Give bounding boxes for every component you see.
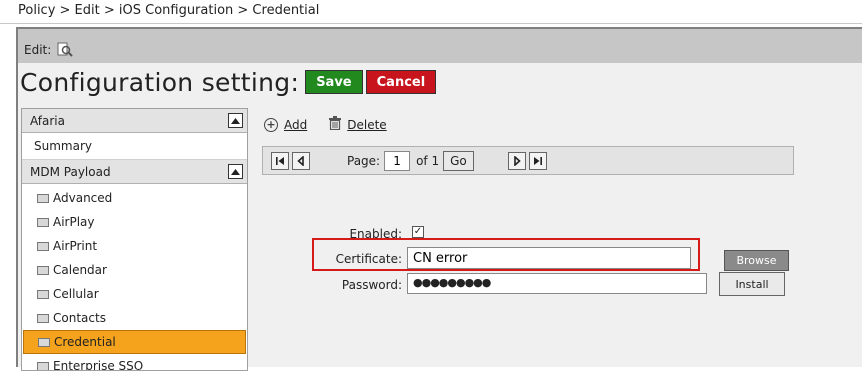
prev-page-button[interactable] — [292, 151, 310, 170]
sidebar-item-cellular[interactable]: Cellular — [23, 282, 246, 306]
last-page-icon — [533, 156, 542, 165]
folder-icon — [37, 289, 49, 299]
sidebar-item-label: Contacts — [53, 311, 106, 325]
page-title: Configuration setting: — [20, 67, 300, 97]
folder-icon — [37, 217, 49, 227]
go-button[interactable]: Go — [443, 150, 474, 171]
folder-icon — [37, 313, 49, 323]
cancel-button[interactable]: Cancel — [365, 70, 437, 94]
sidebar-group-afaria[interactable]: Afaria — [22, 109, 247, 133]
next-page-icon — [513, 155, 521, 166]
content-panel: + Add Delete Page: 1 of 1 Go Enabled: ✓ … — [262, 108, 862, 371]
folder-icon — [37, 193, 49, 203]
browse-button[interactable]: Browse — [724, 250, 789, 271]
first-page-icon — [276, 156, 284, 165]
sidebar-item-label: AirPlay — [53, 215, 95, 229]
folder-icon — [37, 241, 49, 251]
sidebar-item-contacts[interactable]: Contacts — [23, 306, 246, 330]
sidebar-item-summary[interactable]: Summary — [22, 133, 247, 160]
delete-link[interactable]: Delete — [347, 118, 386, 132]
title-row: Configuration setting: Save Cancel — [18, 65, 862, 99]
collapse-up-icon[interactable] — [228, 113, 243, 128]
prev-page-icon — [297, 155, 304, 166]
edit-bar: Edit: — [18, 29, 862, 63]
sidebar-item-airprint[interactable]: AirPrint — [23, 234, 246, 258]
certificate-input[interactable] — [407, 247, 691, 269]
page-number-input[interactable] — [384, 150, 411, 171]
sidebar-item-label: Summary — [34, 139, 92, 153]
edit-label: Edit: — [24, 43, 52, 57]
add-icon[interactable]: + — [264, 117, 278, 132]
sidebar-group-label: MDM Payload — [30, 164, 111, 179]
toolbar: + Add Delete — [264, 116, 387, 133]
add-link[interactable]: Add — [284, 118, 307, 132]
sidebar-item-label: Advanced — [53, 191, 113, 205]
sidebar-item-calendar[interactable]: Calendar — [23, 258, 246, 282]
certificate-label: Certificate: — [335, 252, 402, 266]
next-page-button[interactable] — [507, 151, 526, 170]
pager: Page: of 1 Go — [262, 146, 794, 175]
sidebar-item-airplay[interactable]: AirPlay — [23, 210, 246, 234]
magnifier-edit-icon[interactable] — [57, 41, 73, 60]
sidebar-list: Advanced AirPlay AirPrint Calendar Cellu… — [22, 184, 247, 371]
sidebar-item-label: AirPrint — [53, 239, 98, 253]
sidebar-group-mdm-payload[interactable]: MDM Payload — [22, 160, 247, 184]
sidebar-item-label: Enterprise SSO — [53, 359, 144, 371]
sidebar-item-label: Calendar — [53, 263, 107, 277]
first-page-button[interactable] — [271, 151, 289, 170]
enabled-checkbox[interactable]: ✓ — [412, 226, 424, 238]
breadcrumb: Policy > Edit > iOS Configuration > Cred… — [0, 0, 862, 24]
page-label: Page: — [347, 153, 381, 168]
sidebar-item-label: Credential — [54, 335, 116, 349]
sidebar-item-advanced[interactable]: Advanced — [23, 186, 246, 210]
password-field[interactable]: ●●●●●●●●● — [407, 273, 707, 294]
sidebar: Afaria Summary MDM Payload Advanced AirP… — [21, 108, 248, 371]
folder-icon — [38, 337, 50, 347]
page-of-label: of 1 — [416, 153, 440, 168]
collapse-up-icon[interactable] — [228, 164, 243, 179]
main-frame: Edit: Configuration setting: Save Cancel… — [16, 27, 862, 371]
sidebar-item-enterprise-sso[interactable]: Enterprise SSO — [23, 354, 246, 371]
folder-icon — [37, 361, 49, 370]
password-label: Password: — [341, 278, 402, 292]
save-button[interactable]: Save — [305, 70, 363, 94]
sidebar-item-label: Cellular — [53, 287, 99, 301]
folder-icon — [37, 265, 49, 275]
last-page-button[interactable] — [528, 151, 547, 170]
install-button[interactable]: Install — [719, 272, 785, 296]
sidebar-item-credential[interactable]: Credential — [23, 330, 246, 354]
trash-icon[interactable] — [329, 116, 342, 133]
sidebar-group-label: Afaria — [30, 113, 65, 128]
